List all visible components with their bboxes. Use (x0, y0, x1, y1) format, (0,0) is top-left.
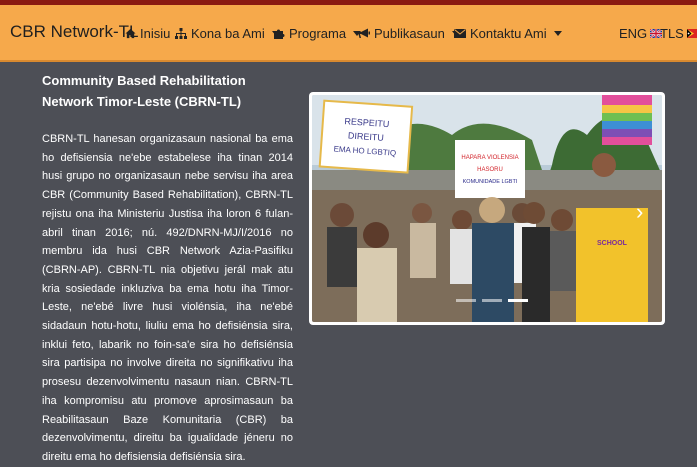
nav-programs[interactable]: Programa (273, 26, 362, 41)
carousel-indicator[interactable] (456, 299, 476, 302)
nav-about[interactable]: Kona ba Ami (175, 26, 280, 41)
language-eng-label: ENG (619, 26, 648, 41)
image-carousel[interactable]: RESPEITU DIREITU EMA HO LGBTIQ HAPARA VI… (309, 92, 665, 325)
nav-publications[interactable]: Publikasaun (358, 26, 460, 41)
nav-home[interactable]: Inisiu (125, 26, 170, 41)
language-tls-label: TLS (660, 26, 684, 41)
timor-leste-flag-icon (686, 29, 697, 38)
sitemap-icon (175, 28, 187, 39)
carousel-indicators (456, 299, 528, 302)
nav-programs-label: Programa (289, 26, 347, 41)
protest-sign-right-line2: HASORU (477, 167, 503, 173)
intro-paragraph: CBRN-TL hanesan organizasaun nasional ba… (42, 133, 293, 463)
brand-link[interactable]: CBR Network-TL (10, 22, 138, 42)
bullhorn-icon (358, 28, 370, 38)
envelope-icon (454, 29, 466, 38)
protest-sign-right-line1: HAPARA VIOLENSIA (461, 155, 518, 161)
puzzle-icon (274, 29, 285, 39)
language-tls[interactable]: TLS (660, 26, 697, 41)
shirt-print: SCHOOL (597, 240, 628, 247)
carousel-indicator-active[interactable] (508, 299, 528, 302)
protest-sign-right-line3: KOMUNIDADE LGBTI (463, 179, 518, 185)
carousel-indicator[interactable] (482, 299, 502, 302)
nav-home-label: Inisiu (140, 26, 171, 41)
carousel-photo: RESPEITU DIREITU EMA HO LGBTIQ HAPARA VI… (312, 95, 662, 322)
language-eng[interactable]: ENG (619, 26, 663, 41)
home-icon (125, 28, 136, 39)
nav-about-label: Kona ba Ami (191, 26, 265, 41)
nav-publications-label: Publikasaun (374, 26, 445, 41)
chevron-down-icon (553, 31, 562, 36)
carousel-next-icon[interactable]: › (636, 201, 643, 223)
nav-contact[interactable]: Kontaktu Ami (454, 26, 562, 41)
page-title: Community Based Rehabilitation Network T… (42, 73, 246, 109)
navbar: CBR Network-TL Inisiu Kona ba Ami Progra… (0, 5, 697, 62)
nav-contact-label: Kontaktu Ami (470, 26, 547, 41)
